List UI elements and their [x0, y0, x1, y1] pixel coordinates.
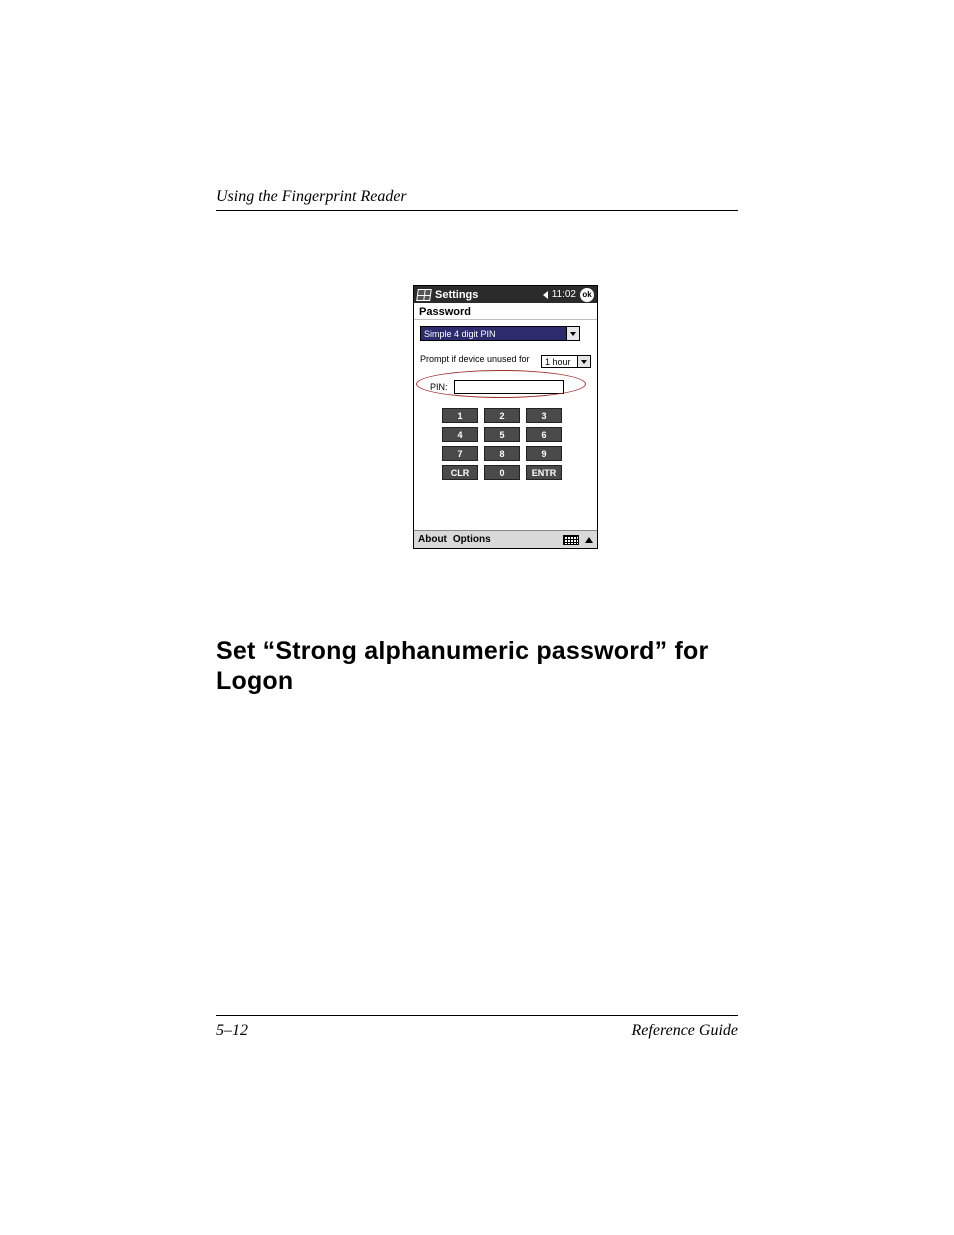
- chevron-down-icon: [577, 356, 590, 367]
- page-footer: 5–12 Reference Guide: [216, 1015, 738, 1040]
- password-type-value: Simple 4 digit PIN: [421, 327, 566, 340]
- device-screenshot: Settings 11:02 ok Password Simple 4 digi…: [413, 285, 598, 549]
- key-clr[interactable]: CLR: [442, 465, 478, 480]
- prompt-duration-select[interactable]: 1 hour: [541, 355, 591, 368]
- menu-options[interactable]: Options: [453, 534, 491, 545]
- numeric-keypad: 1 2 3 4 5 6 7 8 9 CLR 0 ENTR: [442, 408, 591, 480]
- sip-up-icon[interactable]: [585, 537, 593, 543]
- prompt-label: Prompt if device unused for: [420, 355, 530, 365]
- pin-input[interactable]: [454, 380, 564, 394]
- window-title: Settings: [435, 289, 539, 301]
- key-entr[interactable]: ENTR: [526, 465, 562, 480]
- prompt-duration-value: 1 hour: [542, 356, 577, 367]
- menu-about[interactable]: About: [418, 534, 447, 545]
- volume-icon[interactable]: [543, 291, 548, 299]
- running-header: Using the Fingerprint Reader: [216, 188, 738, 211]
- password-type-select[interactable]: Simple 4 digit PIN: [420, 326, 580, 341]
- clock-time[interactable]: 11:02: [552, 289, 576, 300]
- key-5[interactable]: 5: [484, 427, 520, 442]
- pin-label: PIN:: [430, 382, 448, 392]
- chevron-down-icon: [566, 327, 579, 340]
- key-9[interactable]: 9: [526, 446, 562, 461]
- footer-doc-title: Reference Guide: [632, 1022, 738, 1040]
- page-subheader: Password: [414, 303, 597, 320]
- bottom-menubar: About Options: [414, 530, 597, 548]
- key-1[interactable]: 1: [442, 408, 478, 423]
- key-8[interactable]: 8: [484, 446, 520, 461]
- key-2[interactable]: 2: [484, 408, 520, 423]
- window-titlebar: Settings 11:02 ok: [414, 286, 597, 303]
- footer-page-number: 5–12: [216, 1022, 248, 1040]
- section-heading: Set “Strong alphanumeric password” for L…: [216, 636, 738, 696]
- key-3[interactable]: 3: [526, 408, 562, 423]
- key-6[interactable]: 6: [526, 427, 562, 442]
- start-flag-icon[interactable]: [416, 289, 432, 301]
- key-4[interactable]: 4: [442, 427, 478, 442]
- key-0[interactable]: 0: [484, 465, 520, 480]
- ok-button[interactable]: ok: [580, 288, 594, 302]
- key-7[interactable]: 7: [442, 446, 478, 461]
- keyboard-icon[interactable]: [563, 535, 579, 545]
